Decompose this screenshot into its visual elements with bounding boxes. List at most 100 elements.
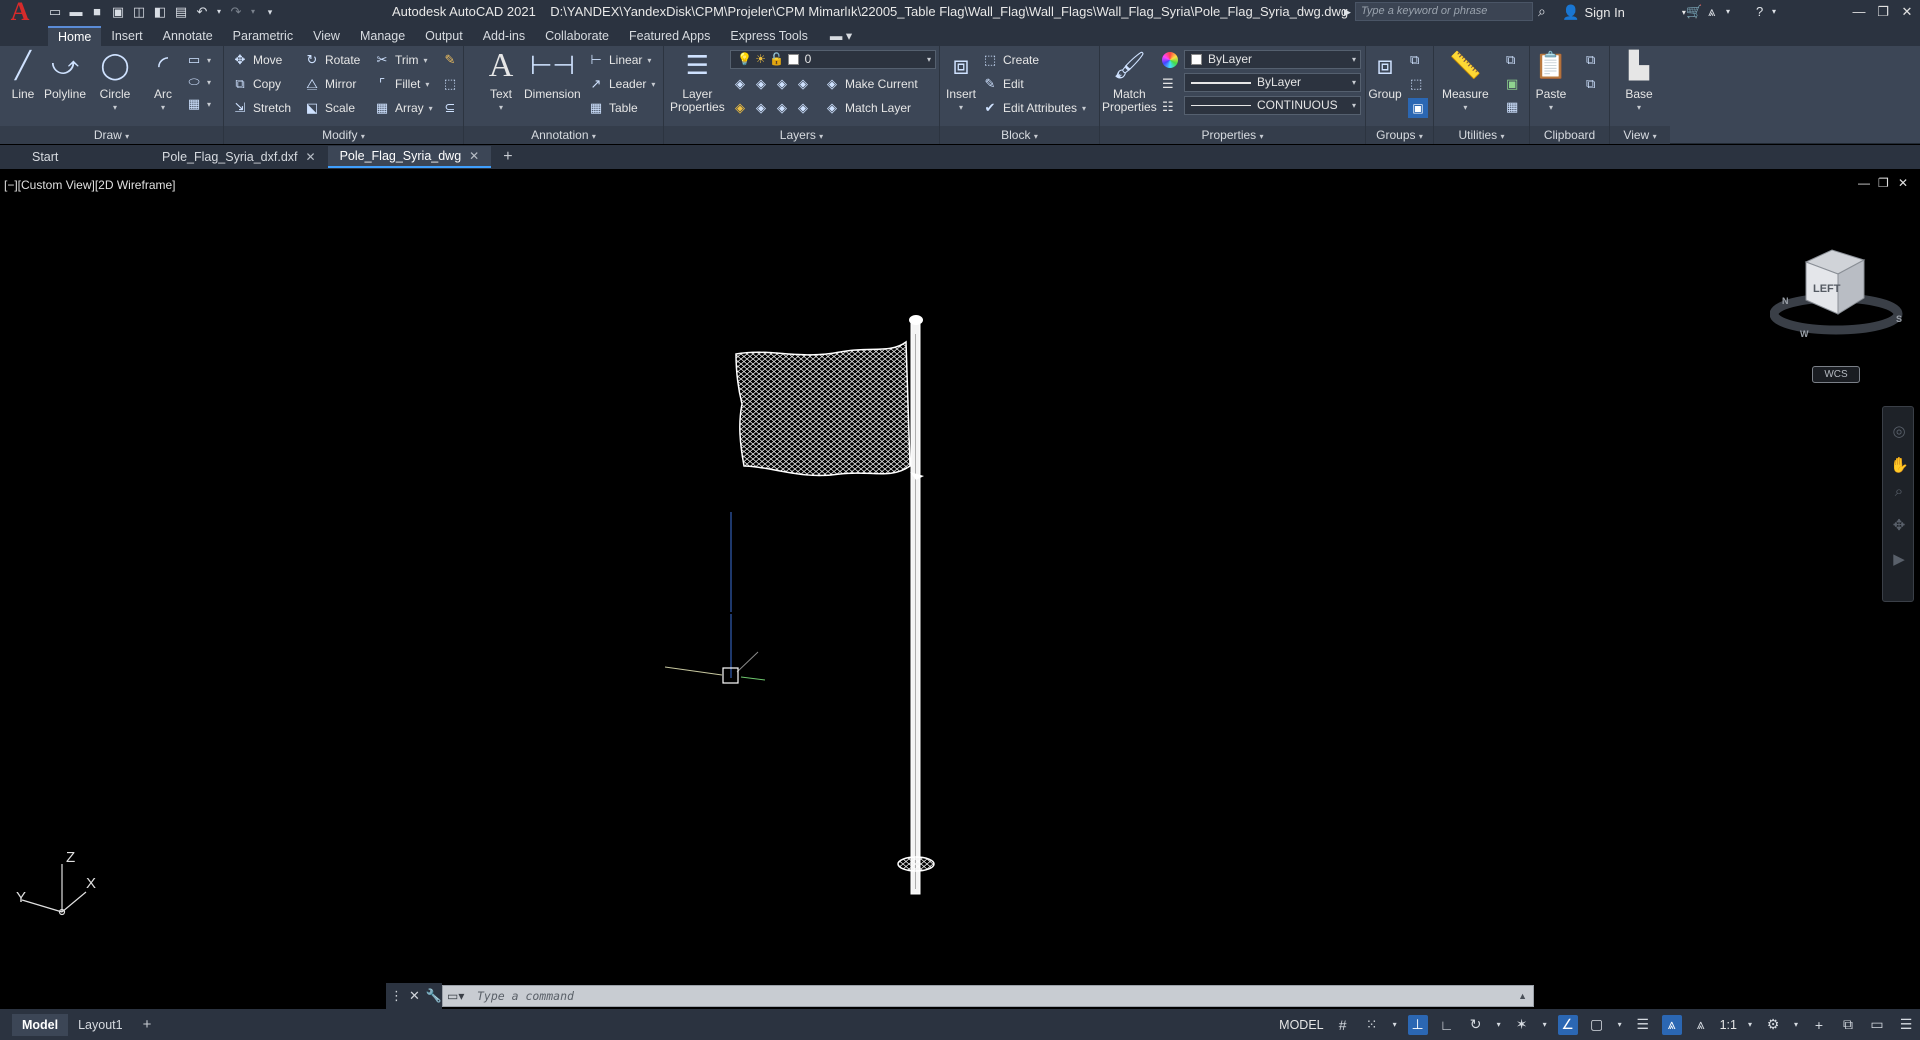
workspace-gear-icon[interactable]: ⚙	[1763, 1015, 1783, 1035]
layer-dropdown-icon[interactable]: ▾	[927, 51, 931, 68]
clean-screen-icon[interactable]: ▭	[1867, 1015, 1887, 1035]
lineweight-icon[interactable]: ☰	[1162, 76, 1174, 92]
tab-express-tools[interactable]: Express Tools	[720, 26, 818, 46]
color-dropdown[interactable]: ByLayer ▾	[1184, 50, 1361, 69]
file-tab-dxf[interactable]: Pole_Flag_Syria_dxf.dxf ✕	[150, 146, 328, 168]
isodraft-dropdown-icon[interactable]: ▾	[1541, 1015, 1549, 1035]
file-tab-start[interactable]: Start	[20, 146, 150, 168]
layer-isolate-icon[interactable]: ◈	[753, 76, 769, 92]
circle-button[interactable]: ◯ Circle ▾	[98, 48, 132, 114]
tab-view[interactable]: View	[303, 26, 350, 46]
minimize-window-icon[interactable]: —	[1846, 0, 1872, 24]
layers-panel-expand-icon[interactable]: ▾	[819, 132, 823, 141]
trim-button[interactable]: ✂ Trim ▾	[374, 50, 428, 70]
leader-button[interactable]: ↗ Leader ▾	[588, 74, 656, 94]
new-file-icon[interactable]: ▭	[48, 5, 62, 19]
tab-annotate[interactable]: Annotate	[153, 26, 223, 46]
search-input[interactable]: Type a keyword or phrase	[1355, 2, 1533, 21]
move-button[interactable]: ✥ Move	[232, 50, 283, 70]
insert-dropdown-icon[interactable]: ▾	[959, 101, 963, 114]
layer-lock-icon[interactable]: ◈	[795, 76, 811, 92]
showmotion-icon[interactable]: ▶	[1890, 551, 1908, 569]
model-space-button[interactable]: MODEL	[1279, 1018, 1323, 1032]
isodraft-icon[interactable]: ✶	[1512, 1015, 1532, 1035]
linetype-dropdown[interactable]: CONTINUOUS ▾	[1184, 96, 1361, 115]
edit-block-button[interactable]: ✎ Edit	[982, 74, 1024, 94]
arc-button[interactable]: ◜ Arc ▾	[146, 48, 180, 114]
layer-properties-button[interactable]: ☰ Layer Properties	[670, 48, 725, 114]
ortho-mode-icon[interactable]: ∟	[1437, 1015, 1457, 1035]
fillet-button[interactable]: ⌜ Fillet ▾	[374, 74, 429, 94]
block-panel-title[interactable]: Block ▾	[940, 126, 1099, 144]
annotation-scale-dropdown-icon[interactable]: ▾	[1746, 1015, 1754, 1035]
layer-walk-icon[interactable]: ◈	[753, 100, 769, 116]
autocad-logo-icon[interactable]: A	[0, 0, 40, 25]
undo-dropdown-icon[interactable]: ▾	[216, 5, 222, 19]
linear-button[interactable]: ⊢ Linear ▾	[588, 50, 651, 70]
save-icon[interactable]: ■	[90, 5, 104, 19]
draw-panel-title[interactable]: Draw ▾	[0, 126, 223, 144]
layer-previous-icon[interactable]: ◈	[732, 100, 748, 116]
view-panel-title[interactable]: View ▾	[1610, 126, 1670, 144]
rotate-button[interactable]: ↻ Rotate	[304, 50, 361, 70]
tab-manage[interactable]: Manage	[350, 26, 415, 46]
pan-icon[interactable]: ✋	[1890, 457, 1909, 475]
new-tab-icon[interactable]: +	[491, 148, 524, 166]
group-selection-icon[interactable]: ▣	[1408, 98, 1428, 118]
color-dropdown-icon[interactable]: ▾	[1352, 51, 1356, 68]
groups-panel-title[interactable]: Groups ▾	[1366, 126, 1433, 144]
erase-button[interactable]: ✎	[442, 50, 458, 70]
search-icon[interactable]: ⌕	[1538, 3, 1554, 19]
linetype-icon[interactable]: ☷	[1162, 99, 1174, 115]
tab-parametric[interactable]: Parametric	[223, 26, 303, 46]
layer-freeze-icon[interactable]: ◈	[774, 76, 790, 92]
array-dropdown-icon[interactable]: ▾	[429, 104, 433, 113]
orbit-icon[interactable]: ✥	[1890, 517, 1908, 535]
properties-panel-expand-icon[interactable]: ▾	[1260, 132, 1264, 141]
wcs-menu-button[interactable]: WCS	[1812, 366, 1860, 383]
copy-button[interactable]: ⧉ Copy	[232, 74, 281, 94]
scale-button[interactable]: ⬕ Scale	[304, 98, 355, 118]
clipboard-panel-title[interactable]: Clipboard	[1530, 126, 1609, 144]
layout-tab-model[interactable]: Model	[12, 1013, 69, 1036]
table-button[interactable]: ▦ Table	[588, 98, 638, 118]
select-all-icon[interactable]: ▣	[1506, 76, 1518, 92]
close-window-icon[interactable]: ✕	[1894, 0, 1920, 24]
offset-button[interactable]: ⊆	[442, 98, 458, 118]
sign-in-button[interactable]: 👤 Sign In ▾	[1562, 0, 1686, 24]
text-dropdown-icon[interactable]: ▾	[499, 101, 503, 114]
tab-insert[interactable]: Insert	[101, 26, 152, 46]
units-plus-icon[interactable]: +	[1809, 1015, 1829, 1035]
infer-constraints-icon[interactable]: ⊥	[1407, 1014, 1428, 1035]
group-button[interactable]: ⧈ Group	[1368, 48, 1402, 101]
insert-button[interactable]: ⧈ Insert ▾	[944, 48, 978, 114]
paste-dropdown-icon[interactable]: ▾	[1549, 101, 1553, 114]
match-layer-button[interactable]: ◈ Match Layer	[824, 98, 911, 118]
layer-dropdown[interactable]: 💡 ☀ 🔓 0 ▾	[730, 50, 936, 69]
redo-icon[interactable]: ↷	[229, 5, 243, 19]
file-tab-dwg[interactable]: Pole_Flag_Syria_dwg ✕	[327, 146, 492, 168]
polyline-button[interactable]: ⤻ Polyline	[44, 48, 86, 101]
leader-dropdown-icon[interactable]: ▾	[651, 80, 655, 89]
redo-dropdown-icon[interactable]: ▾	[250, 5, 256, 19]
command-history-icon[interactable]: ▲	[1518, 991, 1527, 1001]
utilities-panel-title[interactable]: Utilities ▾	[1434, 126, 1529, 144]
edit-attributes-button[interactable]: ✔ Edit Attributes ▾	[982, 98, 1087, 118]
tab-featured-apps[interactable]: Featured Apps	[619, 26, 720, 46]
drawing-canvas[interactable]: [−][Custom View][2D Wireframe] — ❐ ✕ Z Y…	[0, 174, 1920, 984]
workspace-dropdown-icon[interactable]: ▾	[1792, 1015, 1800, 1035]
layer-thaw-icon[interactable]: ◈	[795, 100, 811, 116]
trim-dropdown-icon[interactable]: ▾	[424, 56, 428, 65]
command-close-icon[interactable]: ✕	[409, 988, 420, 1004]
linetype-dropdown-icon[interactable]: ▾	[1352, 97, 1356, 114]
plot-icon[interactable]: ▤	[174, 5, 188, 19]
lineweight-dropdown-icon[interactable]: ▾	[1352, 74, 1356, 91]
rectangle-button[interactable]: ▭ ▾	[186, 50, 211, 70]
snap-mode-icon[interactable]: ⁙	[1362, 1015, 1382, 1035]
base-dropdown-icon[interactable]: ▾	[1637, 101, 1641, 114]
restore-window-icon[interactable]: ❐	[1870, 0, 1896, 24]
explode-button[interactable]: ⬚	[442, 74, 458, 94]
command-prompt-icon[interactable]: ▭▾	[447, 988, 473, 1004]
properties-panel-title[interactable]: Properties ▾	[1100, 126, 1365, 144]
selection-cycling-icon[interactable]: ⩓	[1661, 1014, 1682, 1035]
